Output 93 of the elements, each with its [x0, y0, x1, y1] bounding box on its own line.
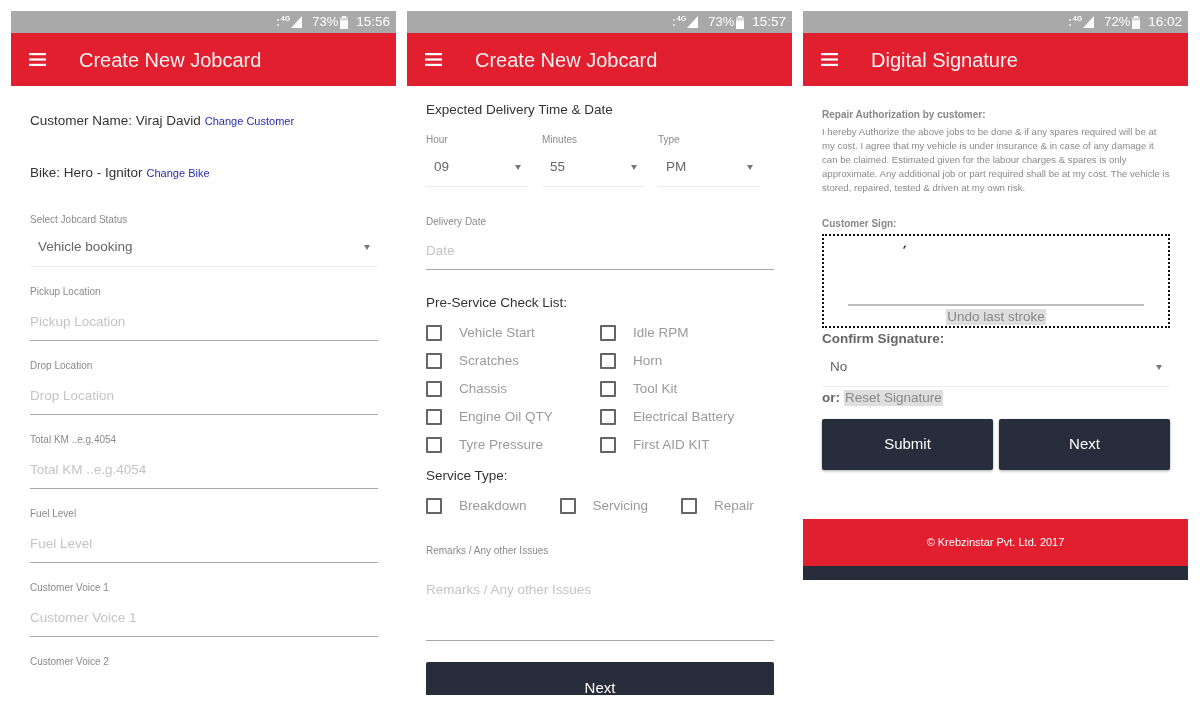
field-label: Remarks / Any other Issues [426, 544, 550, 558]
checkbox[interactable] [426, 353, 442, 369]
screen-title: Digital Signature [871, 47, 1018, 73]
or-text: or: [822, 390, 840, 406]
checkbox[interactable] [600, 437, 616, 453]
text-field[interactable]: Drop Location [30, 376, 378, 415]
text-field[interactable]: Pickup Location [30, 302, 378, 341]
checkbox[interactable] [600, 409, 616, 425]
checkbox[interactable] [600, 381, 616, 397]
field-label: Confirm Signature: [822, 330, 946, 348]
field-label: Delivery Date [426, 215, 488, 229]
field-label: Customer Voice 1 [30, 581, 110, 595]
checkbox-label: Vehicle Start [459, 323, 535, 342]
text-field[interactable]: Fuel Level [30, 524, 378, 563]
activity-dots-icon [672, 18, 675, 26]
checkbox-label: Engine Oil QTY [459, 407, 553, 426]
checkbox[interactable] [600, 325, 616, 341]
section-heading: Pre-Service Check List: [426, 294, 569, 312]
clock-time: 16:02 [1148, 14, 1182, 30]
field-label: Customer Sign: [822, 217, 898, 231]
caret-icon [515, 165, 521, 170]
activity-dots-icon [1068, 18, 1071, 26]
checkbox-label: Electrical Battery [633, 407, 735, 426]
signal-icon [1083, 16, 1095, 28]
detail-text: Bike: Hero - Ignitor [30, 164, 143, 182]
caret-icon [631, 165, 637, 170]
field-label: Pickup Location [30, 285, 102, 299]
remarks-field[interactable]: Remarks / Any other Issues [426, 558, 774, 641]
action-button[interactable]: Next [999, 419, 1170, 470]
battery-percent: 72% [1104, 14, 1131, 30]
menu-icon[interactable] [425, 53, 442, 66]
menu-icon[interactable] [29, 53, 46, 66]
dropdown-select[interactable]: Vehicle booking [30, 229, 378, 267]
checkbox[interactable] [559, 498, 576, 514]
signal-icon [687, 16, 699, 28]
time-select[interactable]: PM [658, 149, 761, 187]
battery-icon [736, 15, 745, 29]
field-label: Hour [426, 133, 449, 147]
battery-icon [1132, 15, 1141, 29]
next-button[interactable]: Next [426, 662, 774, 695]
checkbox[interactable] [426, 409, 442, 425]
field-label: Fuel Level [30, 507, 78, 521]
change-link[interactable]: Change Bike [146, 164, 210, 182]
detail-text: Customer Name: Viraj David [30, 112, 201, 130]
section-heading: Expected Delivery Time & Date [426, 101, 614, 119]
checkbox[interactable] [426, 381, 442, 397]
authorization-text: I hereby Authorize the above jobs to be done & if any spares required will be at my cost. I agree that my vehicle is under insurance & in case of any damage it can be claimed. Estimated given for the labour charges & spares is only approximate. Any additional job or part required shall be at my cost. The vehicle is stored, repaired, tested & driven at my own risk. [822, 125, 1170, 195]
caret-icon [747, 165, 753, 170]
field-label: Drop Location [30, 359, 94, 373]
action-button[interactable]: Submit [822, 419, 993, 470]
section-heading: Repair Authorization by customer: [822, 108, 987, 122]
battery-icon [340, 15, 349, 29]
checkbox-label: Scratches [459, 351, 520, 370]
checkbox[interactable] [426, 498, 442, 514]
checkbox-label: Tool Kit [633, 379, 678, 398]
checkbox-label: Tyre Pressure [459, 435, 544, 454]
field-label: Select Jobcard Status [30, 213, 129, 227]
menu-icon[interactable] [821, 53, 838, 66]
checkbox[interactable] [426, 325, 442, 341]
battery-percent: 73% [708, 14, 735, 30]
checkbox-label: Servicing [592, 496, 649, 515]
confirm-select[interactable]: No [822, 348, 1170, 387]
checkbox[interactable] [426, 437, 442, 453]
copyright-text: © Krebzinstar Pvt. Ltd. 2017 [926, 535, 1065, 551]
field-label: Minutes [542, 133, 578, 147]
clock-time: 15:57 [752, 14, 786, 30]
field-label: Customer Voice 2 [30, 655, 110, 669]
checkbox-label: Chassis [459, 379, 507, 398]
clock-time: 15:56 [356, 14, 390, 30]
battery-percent: 73% [312, 14, 339, 30]
checkbox-label: First AID KIT [633, 435, 710, 454]
field-label: Total KM ..e.g.4054 [30, 433, 118, 447]
checkbox[interactable] [681, 498, 698, 514]
field-label: Type [658, 133, 681, 147]
checkbox-label: Breakdown [459, 496, 527, 515]
section-heading: Service Type: [426, 467, 509, 485]
time-select[interactable]: 55 [542, 149, 645, 187]
ink-stroke-icon [903, 245, 906, 249]
text-field[interactable]: Total KM ..e.g.4054 [30, 450, 378, 489]
caret-icon [1156, 364, 1162, 370]
time-select[interactable]: 09 [426, 149, 529, 187]
checkbox-label: Idle RPM [633, 323, 689, 342]
date-field[interactable]: Date [426, 232, 774, 270]
activity-dots-icon [276, 18, 279, 26]
screen-title: Create New Jobcard [475, 47, 658, 73]
checkbox-label: Repair [714, 496, 754, 515]
caret-icon [364, 245, 370, 250]
checkbox[interactable] [600, 353, 616, 369]
signal-icon [291, 16, 303, 28]
checkbox-label: Horn [633, 351, 663, 370]
change-link[interactable]: Change Customer [204, 112, 295, 130]
screen-title: Create New Jobcard [79, 47, 262, 73]
text-field[interactable]: Customer Voice 1 [30, 598, 378, 637]
